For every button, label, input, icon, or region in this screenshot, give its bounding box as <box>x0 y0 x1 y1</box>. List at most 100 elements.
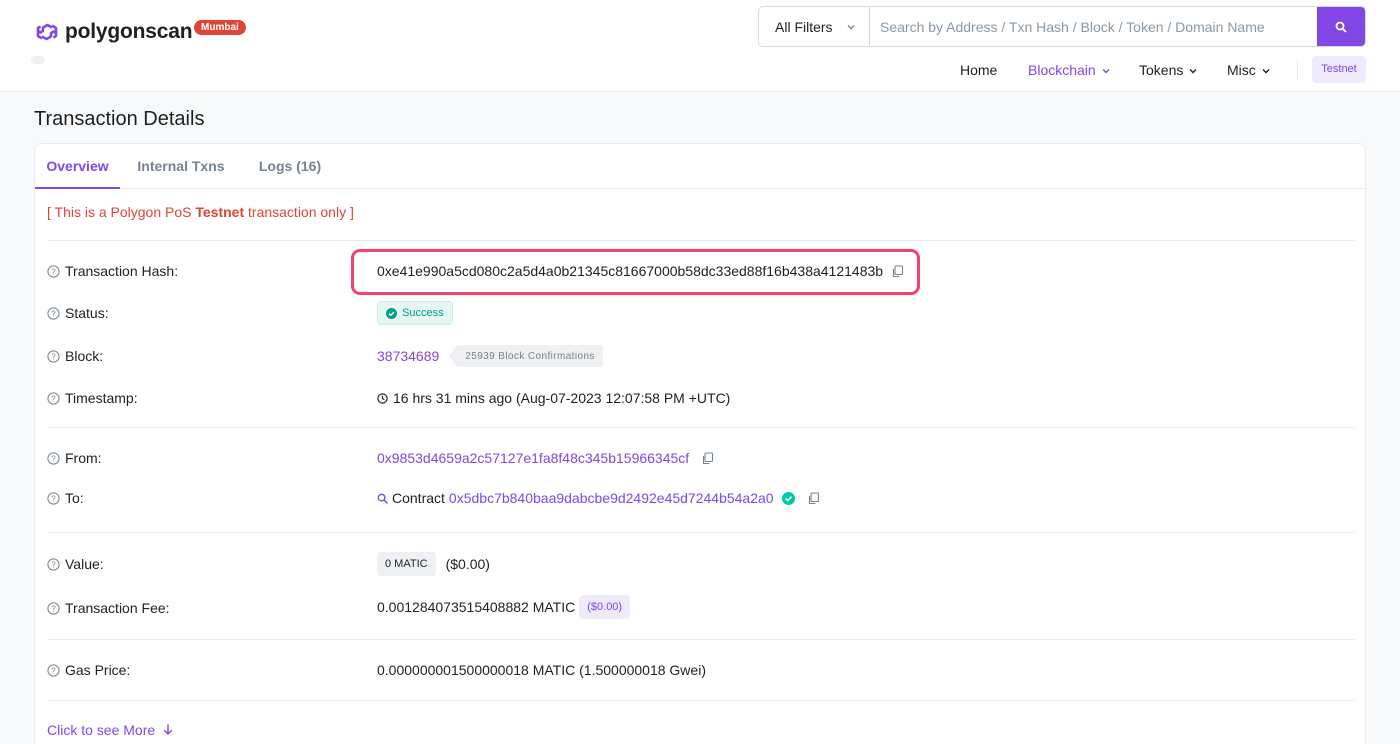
nav-tokens[interactable]: Tokens <box>1139 57 1197 83</box>
timestamp-row-value: 16 hrs 31 mins ago (Aug-07-2023 12:07:58… <box>377 388 730 408</box>
fee-row-value: 0.001284073515408882 MATIC ($0.00) <box>377 595 631 619</box>
tab-bar: Overview Internal Txns Logs (16) <box>35 144 1365 189</box>
fee-row-label: ? Transaction Fee: <box>47 598 170 618</box>
transaction-details-card: Overview Internal Txns Logs (16) [ This … <box>34 143 1366 744</box>
from-address-link[interactable]: 0x9853d4659a2c57127e1fa8f48c345b15966345… <box>377 450 689 466</box>
testnet-notice: [ This is a Polygon PoS Testnet transact… <box>47 204 354 220</box>
logo[interactable]: polygonscan Mumbai <box>33 18 246 46</box>
search-filter-select[interactable]: All Filters <box>759 7 870 46</box>
question-circle-icon: ? <box>47 391 60 405</box>
svg-text:?: ? <box>51 309 56 318</box>
hash-row-label: ? Transaction Hash: <box>47 261 178 281</box>
search-filter-label: All Filters <box>775 18 833 35</box>
nav-blockchain-label: Blockchain <box>1028 62 1096 78</box>
to-row-label: ? To: <box>47 488 84 508</box>
chevron-down-icon <box>1189 69 1197 74</box>
value-row-value: 0 MATIC ($0.00) <box>377 552 490 576</box>
site-header: polygonscan Mumbai All Filters Home Bloc… <box>0 0 1400 92</box>
svg-text:?: ? <box>51 267 56 276</box>
transaction-hash: 0xe41e990a5cd080c2a5d4a0b21345c81667000b… <box>377 263 884 279</box>
notice-prefix: [ This is a Polygon PoS <box>47 204 196 220</box>
svg-text:?: ? <box>51 494 56 503</box>
clock-icon <box>377 392 388 404</box>
copy-icon[interactable] <box>701 451 714 465</box>
brand-name: polygonscan <box>65 20 193 43</box>
section-divider <box>47 532 1355 533</box>
notice-suffix: transaction only ] <box>244 204 354 220</box>
chevron-down-icon <box>847 24 855 29</box>
value-amount-badge: 0 MATIC <box>377 552 436 576</box>
to-contract-prefix: Contract <box>392 490 445 506</box>
block-confirmations-badge: 25939 Block Confirmations <box>449 345 603 367</box>
block-row-value: 38734689 25939 Block Confirmations <box>377 344 603 368</box>
question-circle-icon: ? <box>47 557 60 571</box>
svg-text:?: ? <box>51 352 56 361</box>
from-row-value: 0x9853d4659a2c57127e1fa8f48c345b15966345… <box>377 448 714 468</box>
fee-usd-badge: ($0.00) <box>579 595 631 619</box>
from-row-label: ? From: <box>47 448 102 468</box>
timestamp-row-label: ? Timestamp: <box>47 388 138 408</box>
nav-home-label: Home <box>960 62 998 78</box>
status-row-value: Success <box>377 301 453 325</box>
search-contract-icon <box>377 493 388 504</box>
see-more-link[interactable]: Click to see More <box>47 722 173 738</box>
chevron-down-icon <box>1262 69 1270 74</box>
block-number-link[interactable]: 38734689 <box>377 348 439 364</box>
gas-value: 0.000000001500000018 MATIC (1.500000018 … <box>377 662 706 678</box>
value-usd: ($0.00) <box>445 556 490 572</box>
nav-home[interactable]: Home <box>960 57 997 83</box>
to-label: To: <box>65 490 84 506</box>
search-input[interactable] <box>870 7 1317 46</box>
nav-blockchain[interactable]: Blockchain <box>1028 57 1110 83</box>
see-more-label: Click to see More <box>47 722 156 738</box>
network-badge: Mumbai <box>194 20 246 35</box>
svg-text:?: ? <box>51 454 56 463</box>
status-label: Status: <box>65 305 109 321</box>
section-divider <box>47 427 1355 428</box>
question-circle-icon: ? <box>47 264 60 278</box>
question-circle-icon: ? <box>47 601 60 615</box>
gas-row-value: 0.000000001500000018 MATIC (1.500000018 … <box>377 660 706 680</box>
copy-icon[interactable] <box>891 264 904 278</box>
status-text: Success <box>402 307 444 319</box>
tab-internal-txns[interactable]: Internal Txns <box>128 144 234 189</box>
timestamp-text: 16 hrs 31 mins ago (Aug-07-2023 12:07:58… <box>393 390 731 406</box>
nav-divider <box>1297 60 1298 80</box>
question-circle-icon: ? <box>47 306 60 320</box>
page-title: Transaction Details <box>34 108 205 130</box>
svg-text:?: ? <box>51 560 56 569</box>
block-row-label: ? Block: <box>47 346 103 366</box>
tab-logs[interactable]: Logs (16) <box>246 144 334 189</box>
section-divider <box>47 639 1355 640</box>
question-circle-icon: ? <box>47 663 60 677</box>
search-bar: All Filters <box>758 6 1366 47</box>
search-icon <box>1335 21 1347 32</box>
status-row-label: ? Status: <box>47 303 109 323</box>
hash-row-value: 0xe41e990a5cd080c2a5d4a0b21345c81667000b… <box>377 261 904 281</box>
fee-label: Transaction Fee: <box>65 600 170 616</box>
timestamp-label: Timestamp: <box>65 390 138 406</box>
hash-label: Transaction Hash: <box>65 263 179 279</box>
value-label: Value: <box>65 556 104 572</box>
svg-text:?: ? <box>51 604 56 613</box>
value-row-label: ? Value: <box>47 554 104 574</box>
question-circle-icon: ? <box>47 451 60 465</box>
copy-icon[interactable] <box>807 491 820 505</box>
question-circle-icon: ? <box>47 349 60 363</box>
gas-row-label: ? Gas Price: <box>47 660 130 680</box>
tab-overview[interactable]: Overview <box>35 144 120 189</box>
block-label: Block: <box>65 348 104 364</box>
search-button[interactable] <box>1317 7 1365 46</box>
status-badge: Success <box>377 301 453 325</box>
svg-text:?: ? <box>51 394 56 403</box>
section-divider <box>47 700 1355 701</box>
testnet-badge[interactable]: Testnet <box>1312 56 1366 83</box>
arrow-down-icon <box>163 724 173 735</box>
section-divider <box>47 240 1355 241</box>
logo-placeholder-dot <box>31 56 45 64</box>
nav-tokens-label: Tokens <box>1139 62 1184 78</box>
verified-check-icon <box>781 491 795 505</box>
to-address-link[interactable]: 0x5dbc7b840baa9dabcbe9d2492e45d7244b54a2… <box>449 490 774 506</box>
nav-misc[interactable]: Misc <box>1227 57 1270 83</box>
nav-misc-label: Misc <box>1227 62 1256 78</box>
